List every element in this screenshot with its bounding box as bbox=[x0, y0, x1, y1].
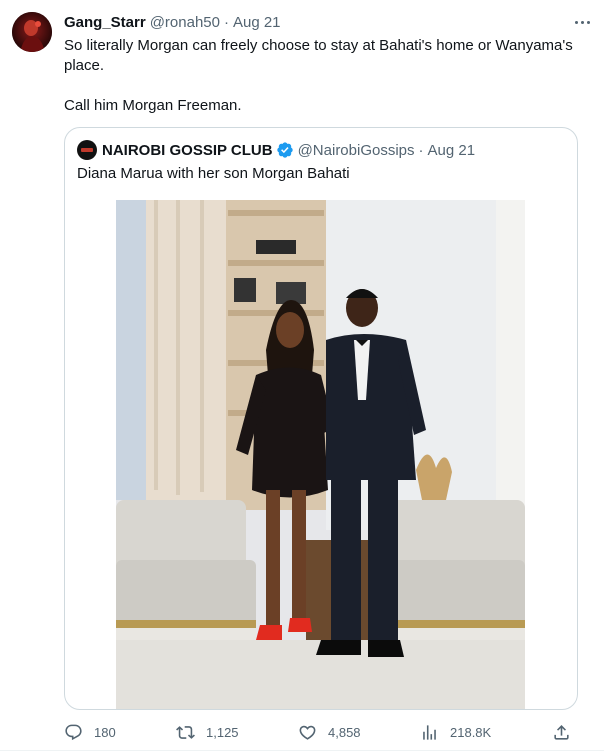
like-count: 4,858 bbox=[328, 724, 361, 740]
tweet-text: So literally Morgan can freely choose to… bbox=[64, 36, 584, 116]
tweet-actions: 180 1,125 4,858 218.8K bbox=[64, 720, 584, 744]
tweet-text-line: Call him Morgan Freeman. bbox=[64, 97, 242, 114]
like-button[interactable]: 4,858 bbox=[298, 720, 361, 744]
views-count: 218.8K bbox=[450, 724, 492, 740]
tweet-text-line: So literally Morgan can freely choose to… bbox=[64, 37, 573, 74]
avatar-image bbox=[12, 12, 52, 52]
share-button[interactable] bbox=[552, 720, 571, 744]
reply-count: 180 bbox=[94, 724, 116, 740]
tweet-header: Gang_Starr @ronah50 · Aug 21 bbox=[64, 12, 584, 32]
views-button[interactable]: 218.8K bbox=[420, 720, 491, 744]
retweet-count: 1,125 bbox=[206, 724, 239, 740]
reply-icon bbox=[65, 724, 82, 740]
author-display-name[interactable]: Gang_Starr bbox=[64, 14, 146, 31]
retweet-icon bbox=[176, 725, 195, 739]
author-handle[interactable]: @ronah50 bbox=[150, 14, 220, 31]
heart-icon bbox=[299, 725, 316, 740]
more-options-icon[interactable] bbox=[570, 14, 594, 30]
views-chart-icon bbox=[423, 724, 436, 740]
photo-image bbox=[116, 200, 525, 709]
quoted-header-separator: · bbox=[418, 141, 424, 159]
retweet-button[interactable]: 1,125 bbox=[176, 720, 239, 744]
quoted-tweet-text: Diana Marua with her son Morgan Bahati bbox=[77, 165, 350, 182]
quoted-author-display-name: NAIROBI GOSSIP CLUB bbox=[102, 141, 273, 159]
quoted-author-handle: @NairobiGossips bbox=[297, 141, 415, 159]
verified-badge-icon bbox=[276, 142, 293, 158]
quoted-tweet[interactable]: NAIROBI GOSSIP CLUB @NairobiGossips · Au… bbox=[64, 127, 578, 710]
tweet-date[interactable]: Aug 21 bbox=[233, 14, 281, 31]
author-avatar[interactable] bbox=[12, 12, 52, 52]
reply-button[interactable]: 180 bbox=[64, 720, 116, 744]
quoted-author-avatar[interactable] bbox=[77, 140, 97, 160]
share-icon bbox=[554, 724, 569, 740]
quoted-tweet-date: Aug 21 bbox=[427, 141, 476, 159]
quoted-tweet-header: NAIROBI GOSSIP CLUB @NairobiGossips · Au… bbox=[77, 140, 475, 160]
quoted-tweet-photo[interactable] bbox=[116, 200, 525, 709]
tweet[interactable]: Gang_Starr @ronah50 · Aug 21 So literall… bbox=[0, 0, 604, 751]
header-separator: · bbox=[223, 13, 229, 31]
